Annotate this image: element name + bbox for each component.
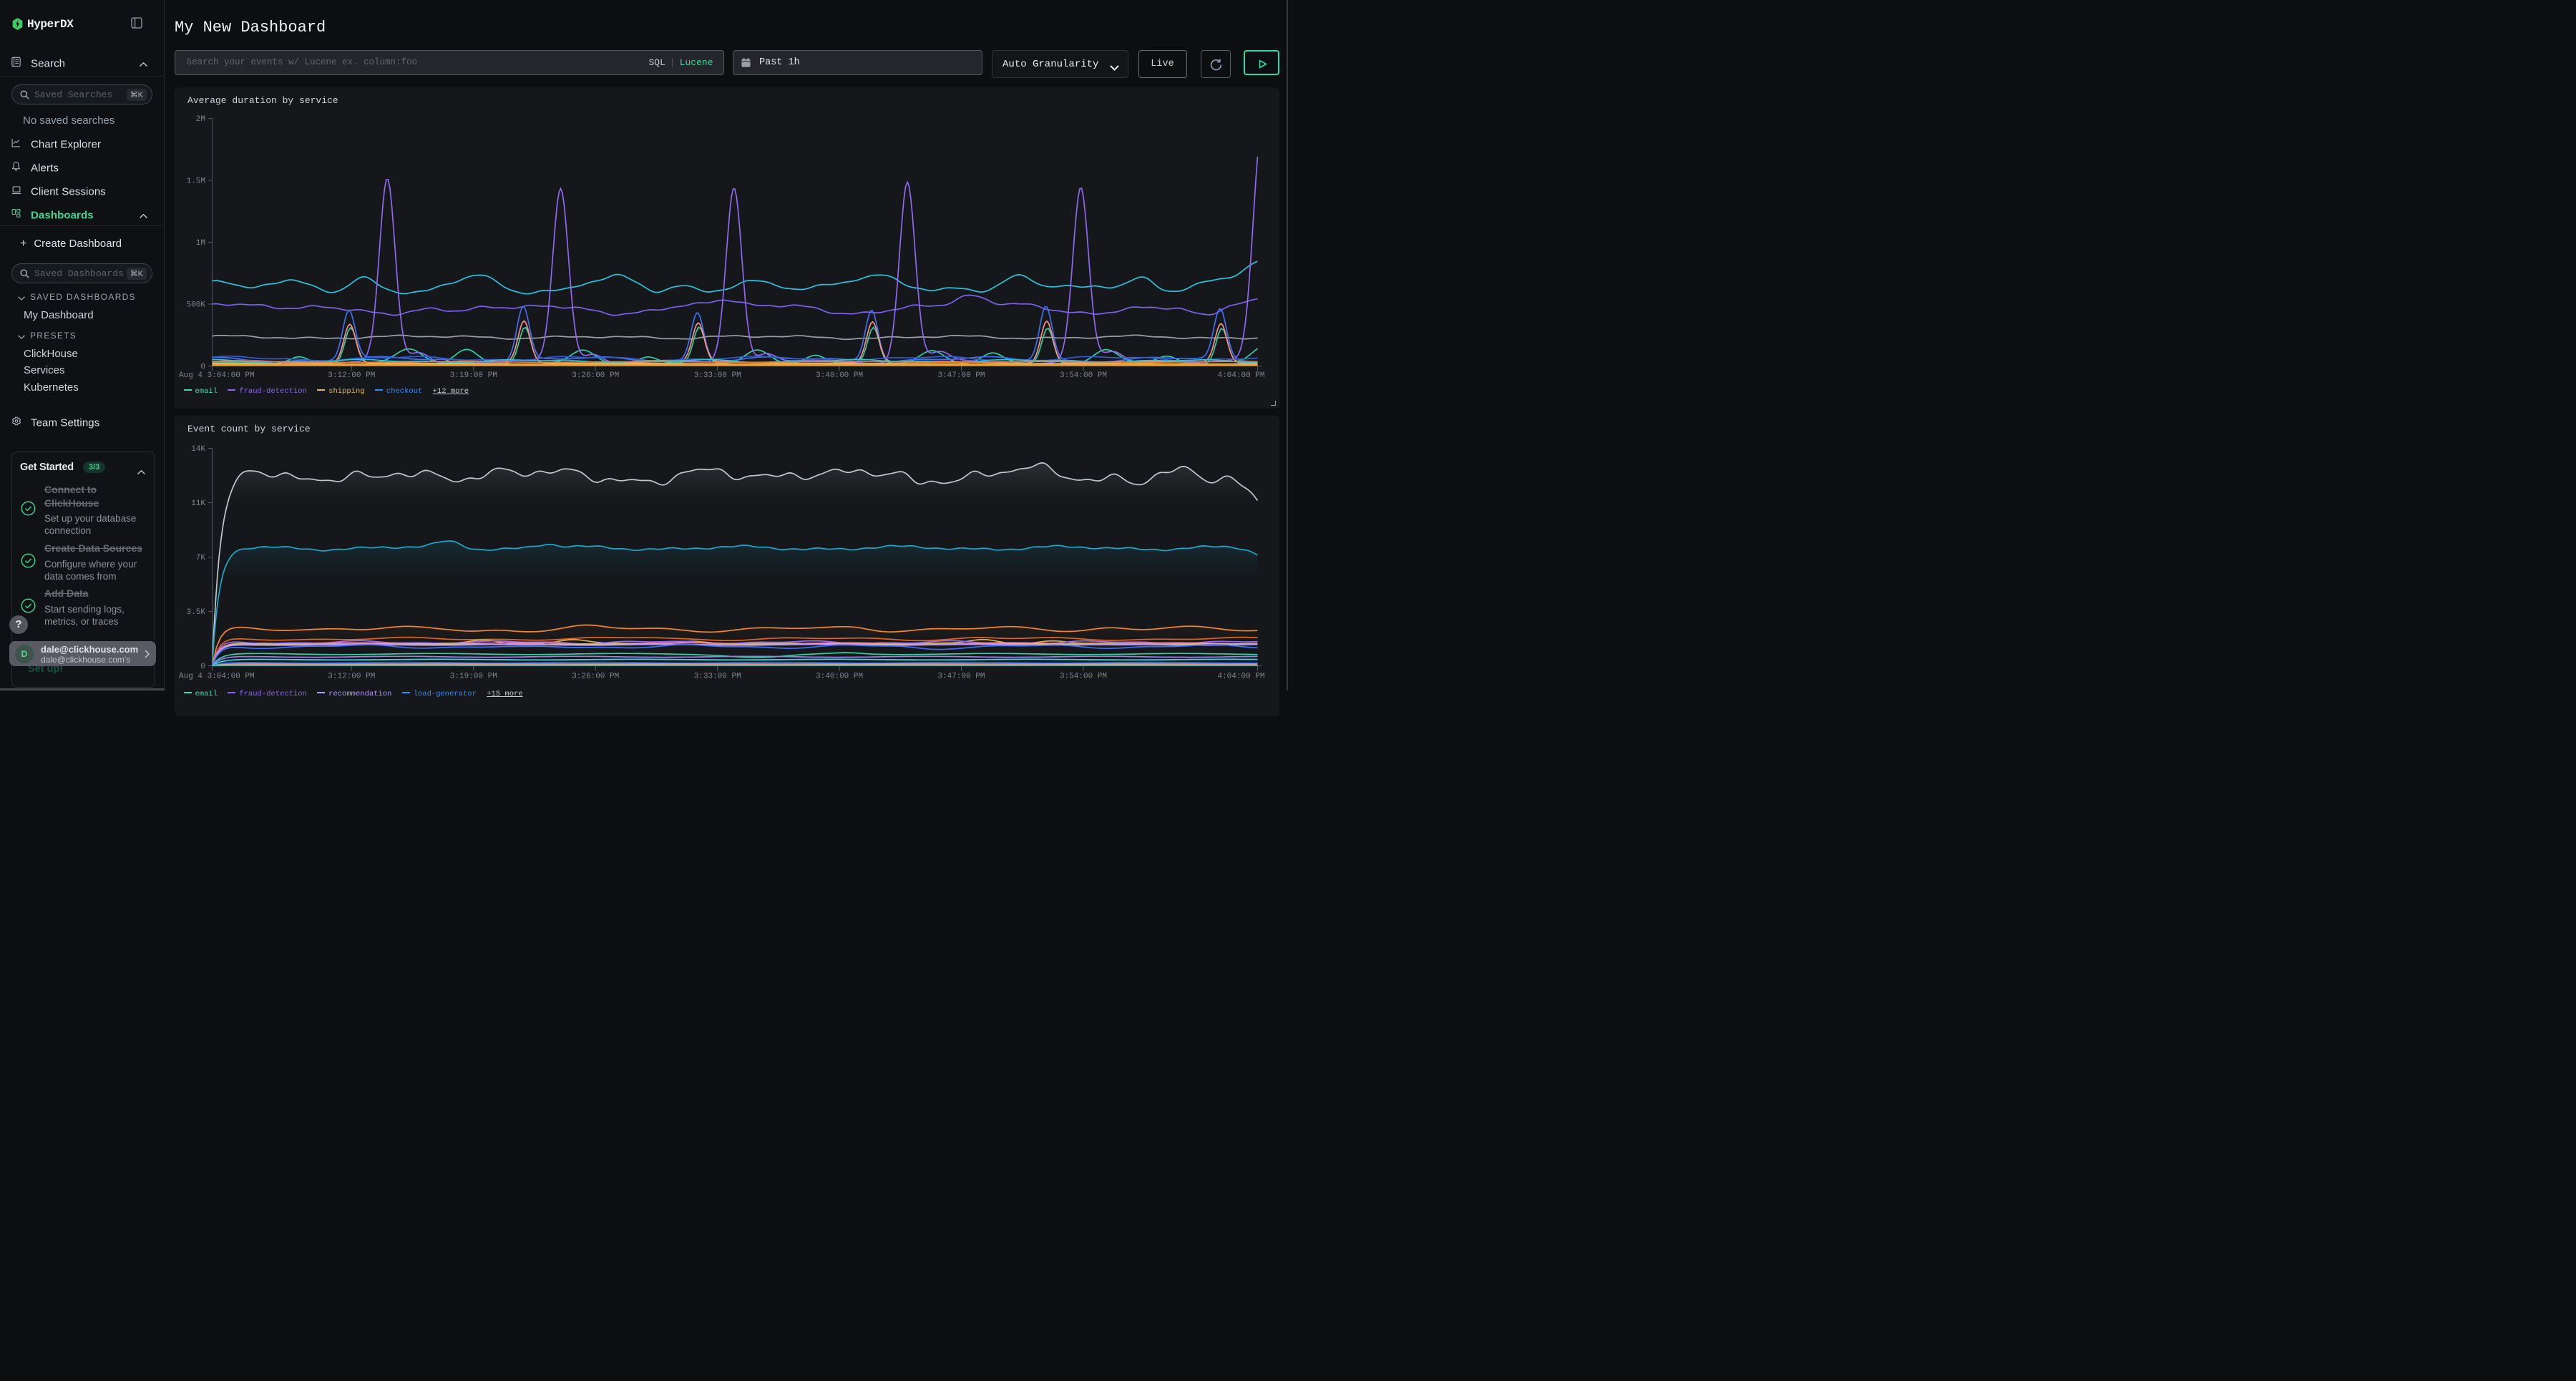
svg-text:3:12:00 PM: 3:12:00 PM bbox=[328, 673, 375, 681]
svg-text:3:12:00 PM: 3:12:00 PM bbox=[328, 371, 375, 380]
svg-text:3:33:00 PM: 3:33:00 PM bbox=[693, 673, 741, 681]
svg-text:Aug 4 3:04:00 PM: Aug 4 3:04:00 PM bbox=[179, 673, 255, 681]
svg-text:7K: 7K bbox=[195, 554, 205, 562]
svg-text:3:54:00 PM: 3:54:00 PM bbox=[1059, 371, 1106, 380]
svg-text:3:19:00 PM: 3:19:00 PM bbox=[449, 371, 497, 380]
svg-text:11K: 11K bbox=[191, 499, 205, 508]
svg-text:0: 0 bbox=[200, 363, 205, 371]
svg-text:3:40:00 PM: 3:40:00 PM bbox=[816, 673, 863, 681]
svg-text:3:33:00 PM: 3:33:00 PM bbox=[693, 371, 741, 380]
svg-text:3:54:00 PM: 3:54:00 PM bbox=[1059, 673, 1106, 681]
svg-text:4:04:00 PM: 4:04:00 PM bbox=[1217, 673, 1264, 681]
svg-text:1M: 1M bbox=[195, 239, 205, 248]
svg-text:2M: 2M bbox=[195, 115, 205, 124]
svg-text:3:47:00 PM: 3:47:00 PM bbox=[937, 673, 985, 681]
svg-text:4:04:00 PM: 4:04:00 PM bbox=[1217, 371, 1264, 380]
svg-text:3.5K: 3.5K bbox=[186, 608, 205, 617]
svg-text:3:40:00 PM: 3:40:00 PM bbox=[816, 371, 863, 380]
svg-text:0: 0 bbox=[200, 663, 205, 671]
svg-text:500K: 500K bbox=[186, 301, 205, 309]
svg-text:3:26:00 PM: 3:26:00 PM bbox=[572, 371, 619, 380]
svg-text:3:19:00 PM: 3:19:00 PM bbox=[449, 673, 497, 681]
svg-text:14K: 14K bbox=[191, 445, 205, 454]
svg-text:Aug 4 3:04:00 PM: Aug 4 3:04:00 PM bbox=[179, 371, 255, 380]
svg-text:3:47:00 PM: 3:47:00 PM bbox=[937, 371, 985, 380]
svg-text:3:26:00 PM: 3:26:00 PM bbox=[572, 673, 619, 681]
svg-text:1.5M: 1.5M bbox=[186, 177, 205, 185]
